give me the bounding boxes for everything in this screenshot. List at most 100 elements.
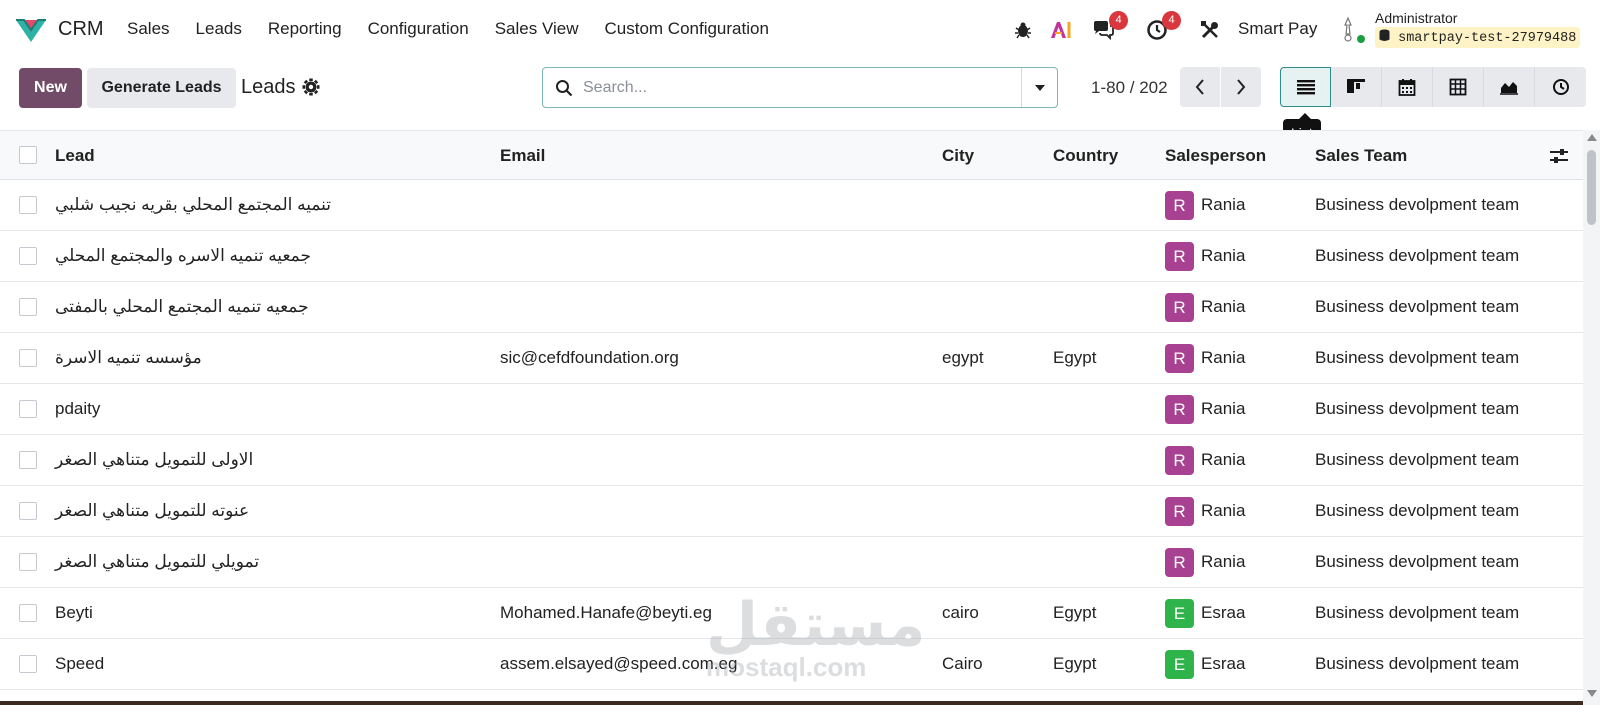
company-switcher[interactable]: Smart Pay	[1238, 19, 1317, 39]
activities-icon[interactable]: 4	[1145, 11, 1181, 46]
menu-reporting[interactable]: Reporting	[268, 19, 342, 39]
menu-sales[interactable]: Sales	[127, 19, 170, 39]
search-input[interactable]	[583, 68, 1003, 107]
salesperson-avatar[interactable]: R	[1165, 293, 1194, 322]
row-checkbox[interactable]	[19, 451, 37, 469]
lead-name: Speed	[55, 654, 105, 673]
pager-value[interactable]: 1-80 / 202	[1091, 78, 1168, 98]
messages-icon[interactable]: 4	[1090, 11, 1128, 46]
app-name[interactable]: CRM	[58, 18, 104, 41]
pivot-table-icon	[1449, 78, 1467, 96]
column-salesperson[interactable]: Salesperson	[1165, 146, 1266, 166]
sales-team: Business devolpment team	[1315, 501, 1520, 520]
salesperson-avatar[interactable]: R	[1165, 446, 1194, 475]
search-options-toggle[interactable]	[1021, 68, 1057, 107]
vertical-scrollbar[interactable]	[1583, 130, 1600, 705]
lead-name: pdaity	[55, 399, 101, 418]
sales-team: Business devolpment team	[1315, 195, 1520, 214]
list-view-button[interactable]	[1280, 67, 1331, 107]
calendar-view-button[interactable]	[1382, 67, 1433, 107]
ai-icon[interactable]	[1049, 14, 1073, 46]
row-checkbox[interactable]	[19, 553, 37, 571]
salesperson-name: Esraa	[1201, 603, 1246, 622]
scrollbar-thumb[interactable]	[1587, 150, 1596, 225]
table-row[interactable]: pdaity R Rania Business devolpment team	[0, 384, 1583, 435]
new-button[interactable]: New	[19, 68, 82, 108]
table-row[interactable]: Speed assem.elsayed@speed.com.eg Cairo Egyp…	[0, 639, 1583, 690]
salesperson-avatar[interactable]: R	[1165, 395, 1194, 424]
generate-leads-button[interactable]: Generate Leads	[87, 68, 236, 108]
chevron-left-icon	[1195, 79, 1204, 95]
activities-badge: 4	[1162, 11, 1181, 30]
salesperson-avatar[interactable]: E	[1165, 650, 1194, 679]
area-chart-icon	[1500, 82, 1518, 95]
column-sales-team[interactable]: Sales Team	[1315, 146, 1407, 166]
activity-view-button[interactable]	[1535, 67, 1586, 107]
row-checkbox[interactable]	[19, 604, 37, 622]
database-name: smartpay-test-27979488	[1375, 27, 1581, 48]
table-row[interactable]: عنوته للتمويل متناهي الصغر R Rania Business…	[0, 486, 1583, 537]
search-bar	[542, 67, 1058, 108]
sales-team: Business devolpment team	[1315, 348, 1520, 367]
pivot-view-button[interactable]	[1433, 67, 1484, 107]
salesperson-name: Rania	[1201, 195, 1246, 214]
kanban-view-button[interactable]	[1331, 67, 1382, 107]
salesperson-avatar[interactable]: R	[1165, 242, 1194, 271]
row-checkbox[interactable]	[19, 655, 37, 673]
lead-email: sic@cefdfoundation.org	[500, 348, 679, 367]
control-panel: New Generate Leads Leads 1-80 / 202	[0, 60, 1600, 147]
salesperson-avatar[interactable]: R	[1165, 497, 1194, 526]
calendar-icon	[1398, 79, 1416, 96]
sales-team: Business devolpment team	[1315, 399, 1520, 418]
lead-name: تنميه المجتمع المحلي بقريه نجيب شلبي	[55, 195, 332, 214]
row-checkbox[interactable]	[19, 400, 37, 418]
select-all-checkbox[interactable]	[19, 146, 37, 164]
lead-name: تمويلي للتمويل متناهي الصغر	[55, 552, 260, 571]
row-checkbox[interactable]	[19, 349, 37, 367]
table-row[interactable]: Beyti Mohamed.Hanafe@beyti.eg cairo Egypt E E…	[0, 588, 1583, 639]
row-checkbox[interactable]	[19, 196, 37, 214]
pager-previous-button[interactable]	[1180, 67, 1220, 107]
pager-next-button[interactable]	[1221, 67, 1261, 107]
tools-icon[interactable]	[1198, 14, 1222, 46]
table-row[interactable]: تنميه المجتمع المحلي بقريه نجيب شلبي R Ran…	[0, 180, 1583, 231]
user-name[interactable]: Administrator	[1375, 10, 1457, 26]
breadcrumb-title: Leads	[241, 76, 296, 98]
chevron-right-icon	[1237, 79, 1246, 95]
salesperson-avatar[interactable]: R	[1165, 344, 1194, 373]
row-checkbox[interactable]	[19, 298, 37, 316]
row-checkbox[interactable]	[19, 502, 37, 520]
salesperson-name: Rania	[1201, 246, 1246, 265]
salesperson-avatar[interactable]: E	[1165, 599, 1194, 628]
menu-sales-view[interactable]: Sales View	[495, 19, 579, 39]
gear-icon[interactable]	[302, 78, 320, 96]
salesperson-name: Rania	[1201, 348, 1246, 367]
optional-columns-icon[interactable]	[1549, 146, 1569, 166]
row-checkbox[interactable]	[19, 247, 37, 265]
table-row[interactable]: الاولى للتمويل متناهي الصغر R Rania Busines…	[0, 435, 1583, 486]
column-city[interactable]: City	[942, 146, 974, 166]
table-row[interactable]: جمعيه تنميه المجتمع المحلي بالمفتى R Rania…	[0, 282, 1583, 333]
bottom-edge	[0, 701, 1583, 705]
leads-list: Lead Email City Country Salesperson Sale…	[0, 130, 1583, 705]
salesperson-avatar[interactable]: R	[1165, 548, 1194, 577]
menu-configuration[interactable]: Configuration	[368, 19, 469, 39]
crm-logo-icon[interactable]	[14, 14, 48, 44]
top-navbar: CRM Sales Leads Reporting Configuration …	[0, 0, 1600, 60]
table-row[interactable]: مؤسسه تنميه الاسرة sic@cefdfoundation.org…	[0, 333, 1583, 384]
table-row[interactable]: جمعيه تنميه الاسره والمجتمع المحلي R Rania…	[0, 231, 1583, 282]
column-email[interactable]: Email	[500, 146, 545, 166]
column-country[interactable]: Country	[1053, 146, 1118, 166]
sales-team: Business devolpment team	[1315, 552, 1520, 571]
menu-custom-configuration[interactable]: Custom Configuration	[605, 19, 769, 39]
messages-badge: 4	[1109, 11, 1128, 30]
menu-leads[interactable]: Leads	[196, 19, 242, 39]
scroll-down-icon[interactable]	[1587, 690, 1597, 697]
scroll-up-icon[interactable]	[1587, 134, 1597, 141]
column-lead[interactable]: Lead	[55, 146, 95, 166]
table-row[interactable]: تمويلي للتمويل متناهي الصغر R Rania Busines…	[0, 537, 1583, 588]
graph-view-button[interactable]	[1484, 67, 1535, 107]
debug-icon[interactable]	[1012, 14, 1034, 46]
lead-email: Mohamed.Hanafe@beyti.eg	[500, 603, 712, 622]
salesperson-avatar[interactable]: R	[1165, 191, 1194, 220]
